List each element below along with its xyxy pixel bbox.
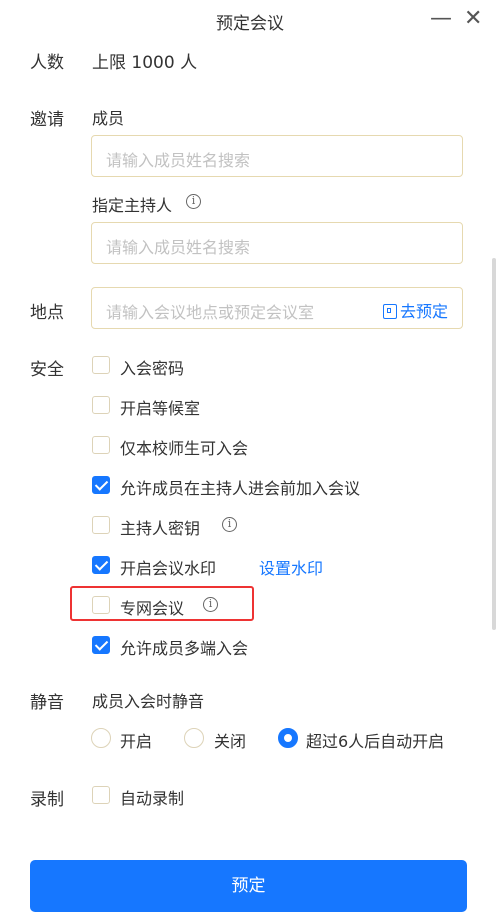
waiting-room-label: 开启等候室 [120, 399, 201, 418]
capacity-value: 上限 1000 人 [92, 53, 198, 73]
join-before-host-checkbox[interactable] [92, 476, 110, 494]
record-label: 录制 [30, 790, 64, 810]
book-room-label: 去预定 [399, 302, 448, 321]
join-password-label: 入会密码 [120, 359, 185, 378]
watermark-checkbox[interactable] [92, 556, 110, 574]
book-meeting-button[interactable]: 预定 [30, 860, 467, 912]
host-search-placeholder: 请输入成员姓名搜索 [106, 238, 251, 257]
waiting-room-checkbox[interactable] [92, 396, 110, 414]
book-room-button[interactable]: 去预定 [382, 298, 448, 322]
security-label: 安全 [30, 360, 64, 380]
minimize-icon[interactable]: — [430, 8, 452, 30]
mute-label: 静音 [30, 693, 64, 713]
host-key-info-icon[interactable]: i [222, 517, 237, 532]
private-network-label: 专网会议 [120, 599, 185, 618]
mute-auto-radio[interactable] [278, 728, 298, 748]
private-network-checkbox[interactable] [92, 596, 110, 614]
location-label: 地点 [30, 303, 64, 323]
mute-on-radio[interactable] [91, 728, 111, 748]
watermark-label: 开启会议水印 [120, 559, 217, 578]
host-label: 指定主持人 [92, 196, 173, 215]
auto-record-label: 自动录制 [120, 789, 185, 808]
multi-device-checkbox[interactable] [92, 636, 110, 654]
private-network-info-icon[interactable]: i [203, 597, 218, 612]
book-room-icon [382, 304, 397, 319]
host-key-checkbox[interactable] [92, 516, 110, 534]
host-key-label: 主持人密钥 [120, 519, 201, 538]
mute-on-label: 开启 [120, 732, 153, 751]
scrollbar[interactable] [492, 258, 496, 630]
auto-record-checkbox[interactable] [92, 786, 110, 804]
mute-off-label: 关闭 [214, 732, 247, 751]
mute-sublabel: 成员入会时静音 [92, 692, 205, 711]
set-watermark-link[interactable]: 设置水印 [259, 555, 323, 579]
close-icon[interactable]: ✕ [464, 8, 482, 30]
location-placeholder: 请输入会议地点或预定会议室 [106, 303, 315, 322]
school-only-checkbox[interactable] [92, 436, 110, 454]
location-input[interactable]: 请输入会议地点或预定会议室 去预定 [91, 287, 463, 329]
join-before-host-label: 允许成员在主持人进会前加入会议 [120, 479, 361, 498]
members-label: 成员 [92, 109, 125, 128]
host-search-input[interactable]: 请输入成员姓名搜索 [91, 222, 463, 264]
capacity-label: 人数 [30, 53, 64, 73]
window-title: 预定会议 [216, 14, 284, 34]
invite-label: 邀请 [30, 110, 64, 130]
join-password-checkbox[interactable] [92, 356, 110, 374]
school-only-label: 仅本校师生可入会 [120, 439, 249, 458]
members-search-input[interactable]: 请输入成员姓名搜索 [91, 135, 463, 177]
host-info-icon[interactable]: i [186, 194, 201, 209]
mute-off-radio[interactable] [184, 728, 204, 748]
members-search-placeholder: 请输入成员姓名搜索 [106, 151, 251, 170]
mute-auto-label: 超过6人后自动开启 [306, 732, 445, 751]
multi-device-label: 允许成员多端入会 [120, 639, 249, 658]
